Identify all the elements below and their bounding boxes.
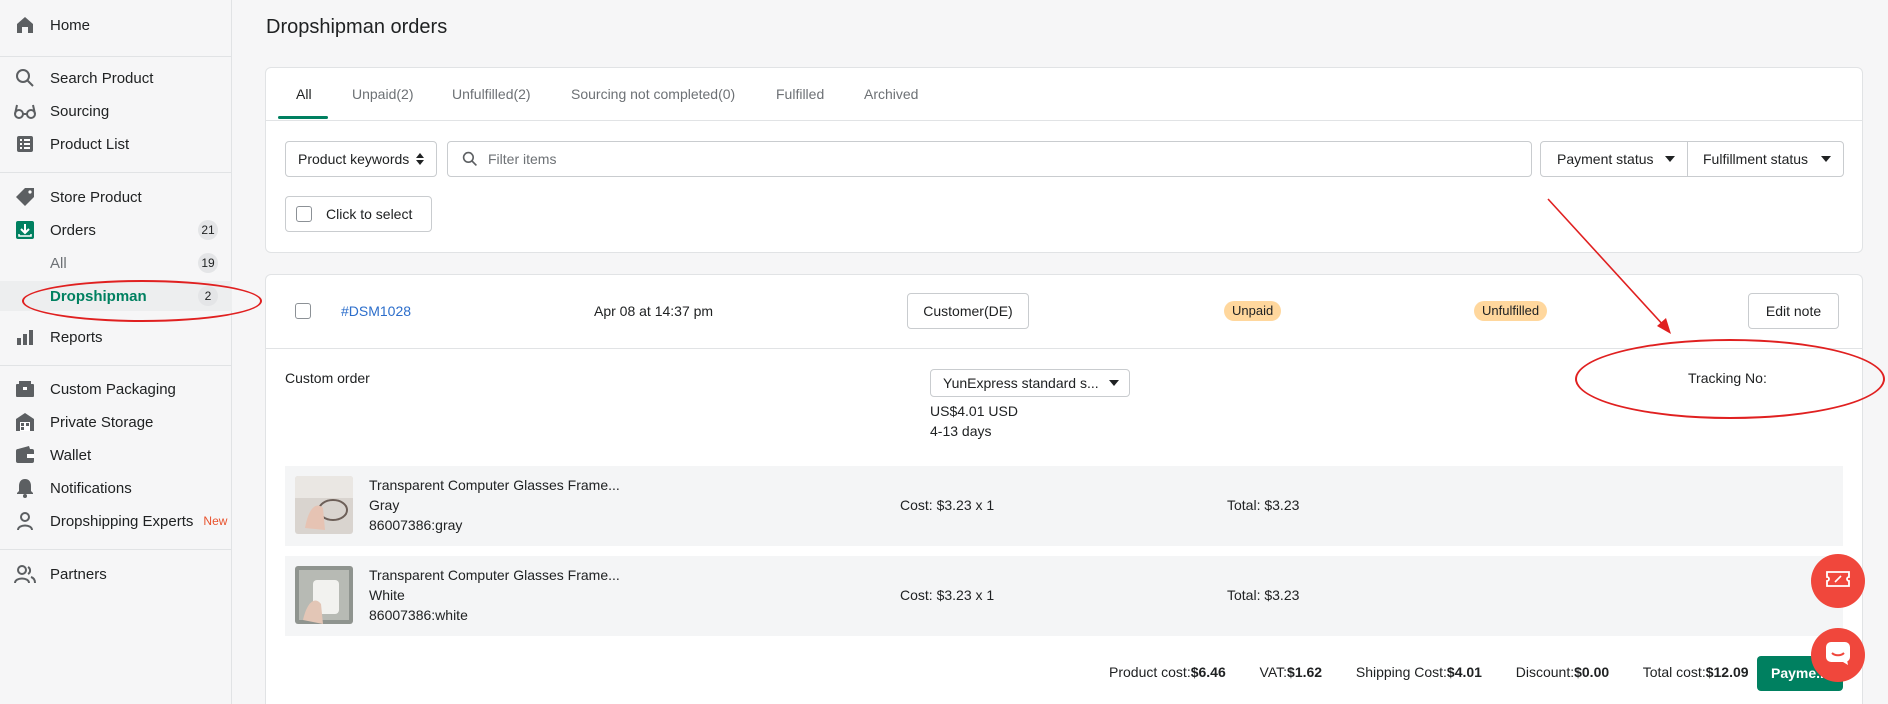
- list-item: Transparent Computer Glasses Frame... Gr…: [285, 466, 1843, 546]
- filter-items-search[interactable]: Filter items: [447, 141, 1532, 177]
- product-sku: 86007386:gray: [369, 517, 463, 533]
- download-box-icon: [14, 219, 36, 241]
- chevron-down-icon: [1665, 156, 1675, 162]
- tab-sourcing-not-completed[interactable]: Sourcing not completed(0): [571, 86, 735, 102]
- page-title: Dropshipman orders: [266, 16, 448, 38]
- sidebar-item-product-list[interactable]: Product List: [0, 129, 232, 159]
- select-arrows-icon: [416, 153, 424, 165]
- bell-icon: [14, 477, 36, 499]
- sidebar-item-partners[interactable]: Partners: [0, 559, 232, 589]
- expert-icon: [14, 510, 36, 532]
- order-tabs: All Unpaid(2) Unfulfilled(2) Sourcing no…: [266, 68, 1862, 121]
- sidebar-item-notifications[interactable]: Notifications: [0, 473, 232, 503]
- sidebar-item-sourcing[interactable]: Sourcing: [0, 96, 232, 126]
- order-checkbox[interactable]: [295, 303, 311, 319]
- tab-unfulfilled[interactable]: Unfulfilled(2): [452, 86, 531, 102]
- product-cost-label: Product cost:: [1109, 664, 1191, 680]
- chat-fab-button[interactable]: [1811, 628, 1865, 682]
- new-tag: New: [203, 514, 228, 528]
- select-all-checkbox[interactable]: [296, 206, 312, 222]
- product-keywords-select[interactable]: Product keywords: [285, 141, 437, 177]
- vat-value: $1.62: [1287, 664, 1323, 680]
- search-input-placeholder: Filter items: [488, 151, 557, 167]
- list-item: Transparent Computer Glasses Frame... Wh…: [285, 556, 1843, 636]
- order-type-label: Custom order: [285, 370, 370, 386]
- item-cost: Cost: $3.23 x 1: [900, 587, 995, 603]
- product-variant: White: [369, 587, 405, 603]
- storage-icon: [14, 411, 36, 433]
- fulfillment-status-dropdown[interactable]: Fulfillment status: [1687, 141, 1844, 177]
- shipping-method-dropdown[interactable]: YunExpress standard s...: [930, 369, 1130, 397]
- shipping-price: US$4.01 USD: [930, 403, 1018, 419]
- tab-unpaid[interactable]: Unpaid(2): [352, 86, 413, 102]
- chevron-down-icon: [1821, 156, 1831, 162]
- discount-label: Discount:: [1515, 664, 1575, 680]
- orders-count-badge: 21: [198, 220, 218, 240]
- product-variant: Gray: [369, 497, 400, 513]
- payment-status-badge: Unpaid: [1224, 301, 1282, 321]
- total-cost-label: Total cost:: [1642, 664, 1706, 680]
- order-summary: Product cost:$6.46 VAT:$1.62 Shipping Co…: [1109, 664, 1749, 680]
- vat-label: VAT:: [1259, 664, 1288, 680]
- sidebar-item-private-storage[interactable]: Private Storage: [0, 407, 232, 437]
- dropshipman-annotation-ellipse: [22, 280, 262, 322]
- search-icon: [14, 67, 36, 89]
- edit-note-button[interactable]: Edit note: [1748, 293, 1839, 329]
- active-tab-indicator: [278, 116, 328, 119]
- tracking-annotation-ellipse: [1575, 339, 1885, 419]
- tag-icon: [14, 186, 36, 208]
- sidebar-item-dropshipping-experts[interactable]: Dropshipping Experts New: [0, 506, 232, 536]
- shipping-days: 4-13 days: [930, 423, 992, 439]
- bar-chart-icon: [14, 326, 36, 348]
- tab-all[interactable]: All: [296, 86, 312, 102]
- product-title[interactable]: Transparent Computer Glasses Frame...: [369, 477, 620, 493]
- sidebar-item-wallet[interactable]: Wallet: [0, 440, 232, 470]
- product-cost-value: $6.46: [1190, 664, 1226, 680]
- tab-archived[interactable]: Archived: [864, 86, 918, 102]
- order-id-link[interactable]: #DSM1028: [341, 303, 411, 319]
- shipping-cost-value: $4.01: [1446, 664, 1482, 680]
- wallet-icon: [14, 444, 36, 466]
- customer-button[interactable]: Customer(DE): [907, 293, 1029, 329]
- sidebar-item-reports[interactable]: Reports: [0, 322, 232, 352]
- glasses-icon: [14, 100, 36, 122]
- order-date: Apr 08 at 14:37 pm: [594, 303, 714, 319]
- shipping-cost-label: Shipping Cost:: [1355, 664, 1447, 680]
- item-total: Total: $3.23: [1227, 497, 1300, 513]
- sidebar-item-store-product[interactable]: Store Product: [0, 182, 232, 212]
- annotation-arrow: [1547, 198, 1671, 334]
- sidebar: Home Search Product Sourcing Product Lis…: [0, 0, 232, 704]
- sidebar-item-orders[interactable]: Orders 21: [0, 215, 232, 245]
- search-icon: [462, 151, 478, 167]
- item-total: Total: $3.23: [1227, 587, 1300, 603]
- package-icon: [14, 378, 36, 400]
- sidebar-item-custom-packaging[interactable]: Custom Packaging: [0, 374, 232, 404]
- item-cost: Cost: $3.23 x 1: [900, 497, 995, 513]
- discount-value: $0.00: [1574, 664, 1610, 680]
- click-to-select-button[interactable]: Click to select: [285, 196, 432, 232]
- sidebar-item-orders-all[interactable]: All 19: [0, 248, 232, 278]
- chevron-down-icon: [1109, 380, 1119, 386]
- product-thumbnail[interactable]: [295, 476, 353, 534]
- total-cost-value: $12.09: [1705, 664, 1749, 680]
- sidebar-item-home[interactable]: Home: [0, 10, 232, 40]
- ticket-icon: [1826, 570, 1850, 592]
- all-count-badge: 19: [198, 253, 218, 273]
- coupon-fab-button[interactable]: [1811, 554, 1865, 608]
- payment-status-dropdown[interactable]: Payment status: [1540, 141, 1688, 177]
- home-icon: [14, 14, 36, 36]
- partners-icon: [14, 563, 36, 585]
- chat-icon: [1825, 641, 1851, 669]
- product-title[interactable]: Transparent Computer Glasses Frame...: [369, 567, 620, 583]
- tab-fulfilled[interactable]: Fulfilled: [776, 86, 824, 102]
- product-thumbnail[interactable]: [295, 566, 353, 624]
- sidebar-item-search-product[interactable]: Search Product: [0, 63, 232, 93]
- product-sku: 86007386:white: [369, 607, 468, 623]
- fulfillment-status-badge: Unfulfilled: [1474, 301, 1548, 321]
- list-icon: [14, 133, 36, 155]
